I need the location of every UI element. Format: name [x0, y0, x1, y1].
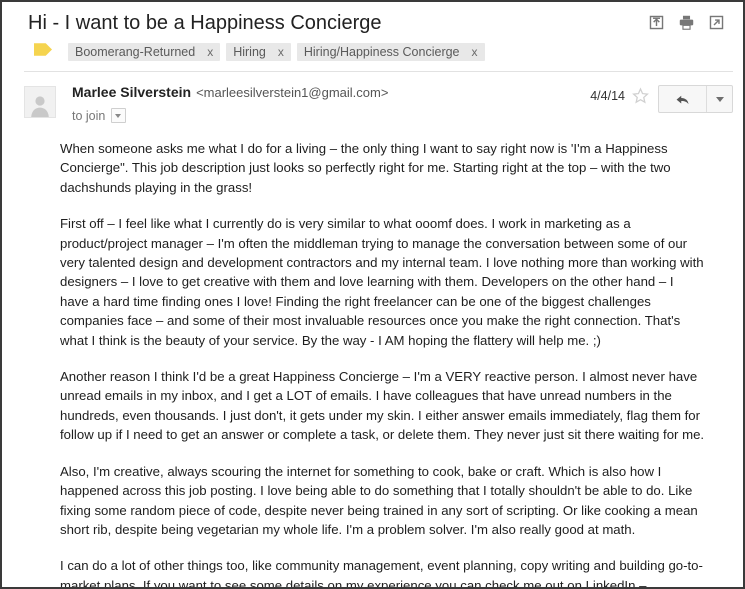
label-tag-icon: [29, 43, 68, 61]
recipient-details-chevron-down-icon[interactable]: [111, 108, 127, 123]
recipients-line: to join: [72, 108, 590, 123]
message-header: Hi - I want to be a Happiness Concierge: [2, 2, 743, 72]
label-chip-remove-icon[interactable]: x: [278, 43, 284, 61]
header-divider: [24, 71, 733, 72]
avatar[interactable]: [24, 86, 56, 118]
body-text: I can do a lot of other things too, like…: [60, 558, 703, 589]
label-chip[interactable]: Hiring x: [226, 43, 291, 61]
message-actions: 4/4/14: [590, 84, 733, 123]
label-chip[interactable]: Boomerang-Returned x: [68, 43, 221, 61]
label-chip-remove-icon[interactable]: x: [472, 43, 478, 61]
archive-icon[interactable]: [648, 14, 665, 31]
header-action-icons: [648, 14, 733, 31]
open-in-new-window-icon[interactable]: [708, 14, 725, 31]
label-chip-text: Hiring: [233, 45, 266, 59]
label-chip-remove-icon[interactable]: x: [207, 43, 213, 61]
label-chip-text: Boomerang-Returned: [75, 45, 196, 59]
more-actions-chevron-down-icon[interactable]: [707, 86, 732, 112]
message-date: 4/4/14: [590, 89, 625, 103]
sender-details: Marlee Silverstein <marleesilverstein1@g…: [72, 84, 590, 123]
sender-name[interactable]: Marlee Silverstein: [72, 84, 191, 100]
reply-button[interactable]: [659, 86, 707, 112]
label-chip-text: Hiring/Happiness Concierge: [303, 45, 460, 59]
body-paragraph: When someone asks me what I do for a liv…: [60, 141, 671, 195]
print-icon[interactable]: [678, 14, 695, 31]
sender-email[interactable]: <marleesilverstein1@gmail.com>: [196, 85, 388, 100]
star-icon[interactable]: [632, 85, 658, 109]
body-paragraph: Another reason I think I'd be a great Ha…: [60, 369, 705, 443]
labels-row: Boomerang-Returned x Hiring x Hiring/Hap…: [29, 41, 733, 63]
body-paragraph: Also, I'm creative, always scouring the …: [60, 463, 698, 537]
message-body: When someone asks me what I do for a liv…: [2, 123, 743, 589]
label-chip[interactable]: Hiring/Happiness Concierge x: [296, 43, 485, 61]
email-viewer-window: Hi - I want to be a Happiness Concierge: [0, 0, 745, 589]
sender-row: Marlee Silverstein <marleesilverstein1@g…: [2, 72, 743, 123]
body-paragraph: First off – I feel like what I currently…: [60, 216, 704, 348]
recipients-text: to join: [72, 108, 106, 123]
reply-button-group: [658, 85, 733, 113]
subject-row: Hi - I want to be a Happiness Concierge: [24, 8, 733, 36]
body-paragraph-with-links: I can do a lot of other things too, like…: [60, 556, 705, 589]
page-title: Hi - I want to be a Happiness Concierge: [28, 12, 382, 34]
sender-identity-line: Marlee Silverstein <marleesilverstein1@g…: [72, 84, 590, 100]
